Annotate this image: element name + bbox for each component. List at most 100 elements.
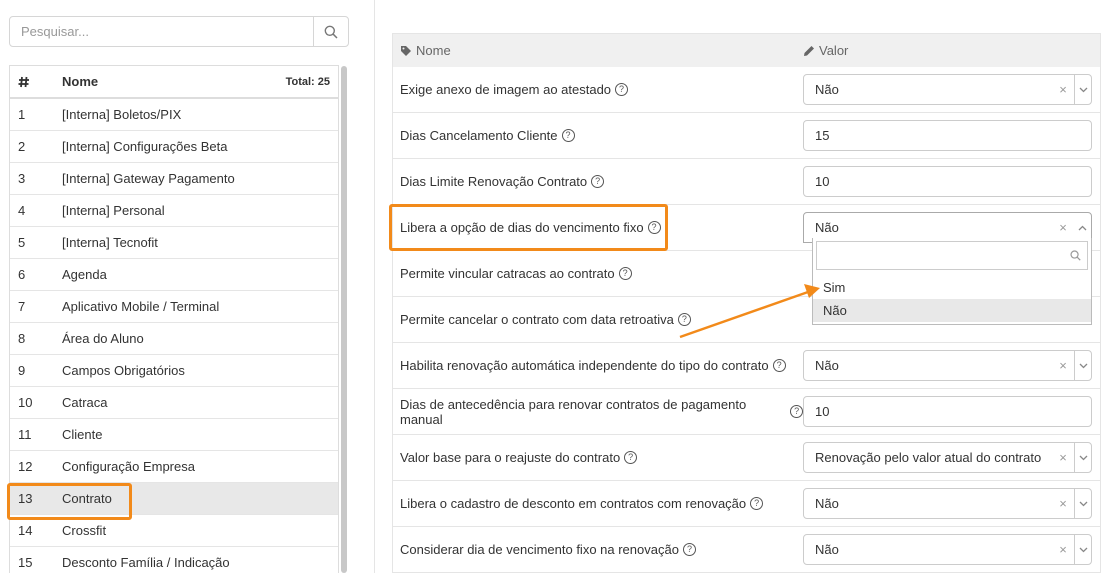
list-item[interactable]: 10 Catraca xyxy=(10,387,338,419)
list-item-number: 5 xyxy=(18,235,26,250)
select-arrow[interactable] xyxy=(1074,75,1091,104)
dropdown-search-input[interactable] xyxy=(816,241,1088,270)
list-item-label: [Interna] Personal xyxy=(62,203,165,218)
value-input[interactable]: 10 xyxy=(803,396,1092,427)
settings-row: Considerar dia de vencimento fixo na ren… xyxy=(393,527,1100,573)
setting-value: 10 xyxy=(803,166,1100,197)
setting-label-text: Valor base para o reajuste do contrato xyxy=(400,450,621,465)
value-select[interactable]: Não × xyxy=(803,488,1092,519)
settings-row: Valor base para o reajuste do contrato? R… xyxy=(393,435,1100,481)
settings-row: Dias de antecedência para renovar contra… xyxy=(393,389,1100,435)
help-icon[interactable]: ? xyxy=(750,497,764,510)
setting-label-text: Exige anexo de imagem ao atestado xyxy=(400,82,612,97)
setting-value: 10 xyxy=(803,396,1100,427)
setting-value: Não × xyxy=(803,488,1100,519)
select-arrow[interactable] xyxy=(1074,489,1091,518)
setting-label: Dias Cancelamento Cliente? xyxy=(393,128,803,143)
select-arrow[interactable] xyxy=(1074,443,1091,472)
chevron-down-icon xyxy=(1079,501,1087,506)
tag-icon xyxy=(401,45,411,56)
list-item[interactable]: 5 [Interna] Tecnofit xyxy=(10,227,338,259)
settings-row: Exige anexo de imagem ao atestado? Não × xyxy=(393,67,1100,113)
chevron-down-icon xyxy=(1079,455,1087,460)
value-input[interactable]: 10 xyxy=(803,166,1092,197)
list-item[interactable]: 9 Campos Obrigatórios xyxy=(10,355,338,387)
value-select[interactable]: Não × xyxy=(803,74,1092,105)
help-icon[interactable]: ? xyxy=(624,451,638,464)
clear-icon[interactable]: × xyxy=(1052,358,1074,373)
setting-label-text: Habilita renovação automática independen… xyxy=(400,358,769,373)
search-button[interactable] xyxy=(313,17,348,46)
select-arrow[interactable] xyxy=(1074,351,1091,380)
setting-label-text: Permite cancelar o contrato com data ret… xyxy=(400,312,674,327)
setting-value: Não × xyxy=(803,74,1100,105)
list-item-label: Agenda xyxy=(62,267,107,282)
list-item[interactable]: 3 [Interna] Gateway Pagamento xyxy=(10,163,338,195)
left-panel: Nome Total: 25 1 [Interna] Boletos/PIX 2 [I… xyxy=(0,0,362,573)
list-item[interactable]: 15 Desconto Família / Indicação xyxy=(10,547,338,573)
list-item[interactable]: 2 [Interna] Configurações Beta xyxy=(10,131,338,163)
pencil-icon xyxy=(804,45,814,56)
clear-icon[interactable]: × xyxy=(1052,450,1074,465)
value-select[interactable]: Não × xyxy=(803,534,1092,565)
help-icon[interactable]: ? xyxy=(772,359,786,372)
value-input[interactable]: 15 xyxy=(803,120,1092,151)
list-item-number: 12 xyxy=(18,459,33,474)
search-input[interactable] xyxy=(10,17,313,46)
clear-icon[interactable]: × xyxy=(1052,496,1074,511)
highlight-box-contrato xyxy=(7,483,132,520)
settings-row: Habilita renovação automática independen… xyxy=(393,343,1100,389)
select-arrow[interactable] xyxy=(1074,535,1091,564)
list-item[interactable]: 12 Configuração Empresa xyxy=(10,451,338,483)
hash-icon xyxy=(18,76,29,87)
list-item[interactable]: 7 Aplicativo Mobile / Terminal xyxy=(10,291,338,323)
help-icon[interactable]: ? xyxy=(591,175,605,188)
list-item-label: Crossfit xyxy=(62,523,107,538)
settings-row: Dias Limite Renovação Contrato? 10 xyxy=(393,159,1100,205)
list-item[interactable]: 4 [Interna] Personal xyxy=(10,195,338,227)
list-item[interactable]: 1 [Interna] Boletos/PIX xyxy=(10,99,338,131)
clear-icon[interactable]: × xyxy=(1052,220,1074,235)
setting-label-text: Considerar dia de vencimento fixo na ren… xyxy=(400,542,679,557)
chevron-up-icon xyxy=(1078,225,1087,230)
list-scrollbar[interactable] xyxy=(341,66,347,573)
list-item-label: Área do Aluno xyxy=(62,331,144,346)
highlight-box-vencimento-fixo xyxy=(389,204,668,251)
setting-label-text: Dias Cancelamento Cliente xyxy=(400,128,558,143)
setting-label: Habilita renovação automática independen… xyxy=(393,358,803,373)
list-item[interactable]: 8 Área do Aluno xyxy=(10,323,338,355)
list-item-label: Catraca xyxy=(62,395,108,410)
value-select[interactable]: Renovação pelo valor atual do contrato × xyxy=(803,442,1092,473)
help-icon[interactable]: ? xyxy=(677,313,691,326)
search-box xyxy=(9,16,349,47)
panel-divider xyxy=(374,0,375,573)
list-item-label: Aplicativo Mobile / Terminal xyxy=(62,299,220,314)
search-icon xyxy=(324,25,338,39)
value-select[interactable]: Não × xyxy=(803,350,1092,381)
list-item-number: 4 xyxy=(18,203,26,218)
chevron-down-icon xyxy=(1079,87,1087,92)
setting-label: Libera o cadastro de desconto em contrat… xyxy=(393,496,803,511)
list-item-number: 11 xyxy=(18,427,32,442)
help-icon[interactable]: ? xyxy=(790,405,803,418)
setting-label: Permite cancelar o contrato com data ret… xyxy=(393,312,803,327)
clear-icon[interactable]: × xyxy=(1052,82,1074,97)
setting-value: Renovação pelo valor atual do contrato × xyxy=(803,442,1100,473)
select-value: Não xyxy=(815,220,839,235)
clear-icon[interactable]: × xyxy=(1052,542,1074,557)
list-item-label: Configuração Empresa xyxy=(62,459,195,474)
list-header: Nome Total: 25 xyxy=(10,66,338,99)
settings-row: Dias Cancelamento Cliente? 15 xyxy=(393,113,1100,159)
header-name: Nome xyxy=(416,43,451,58)
list-item-number: 14 xyxy=(18,523,33,538)
setting-label: Dias Limite Renovação Contrato? xyxy=(393,174,803,189)
list-header-name: Nome xyxy=(62,74,99,89)
dropdown-option-nao[interactable]: Não xyxy=(813,299,1091,322)
help-icon[interactable]: ? xyxy=(618,267,632,280)
dropdown-option-sim[interactable]: Sim xyxy=(813,276,1091,299)
help-icon[interactable]: ? xyxy=(615,83,629,96)
list-item[interactable]: 11 Cliente xyxy=(10,419,338,451)
list-item[interactable]: 6 Agenda xyxy=(10,259,338,291)
help-icon[interactable]: ? xyxy=(682,543,696,556)
help-icon[interactable]: ? xyxy=(561,129,575,142)
